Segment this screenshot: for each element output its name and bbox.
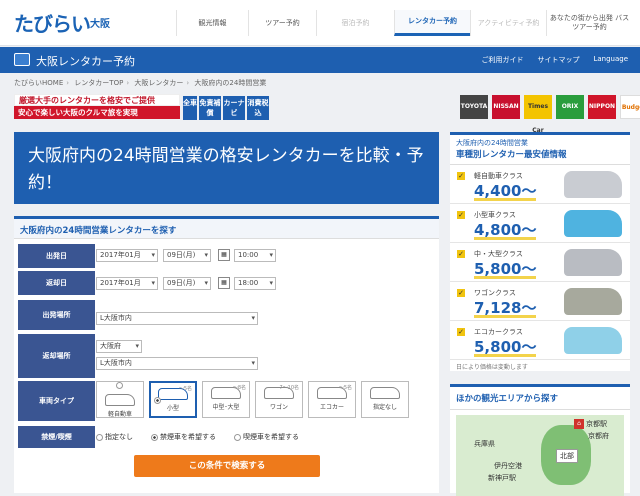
car-option-midsize[interactable]: 〜8名 中型･大型 [202, 381, 250, 418]
price-row-eco[interactable]: ✓ エコカークラス 5,800〜 [450, 321, 630, 360]
search-button[interactable]: この条件で検索する [134, 455, 320, 477]
price-note: 日により価格は変動します [456, 364, 528, 371]
car-image [564, 249, 622, 276]
check-icon: ✓ [457, 172, 465, 180]
depart-time-select[interactable]: 10:00 [234, 249, 276, 262]
return-place-label: 返却場所 [18, 334, 95, 378]
map-label-shinkobe[interactable]: 新神戸駅 [488, 473, 516, 483]
area-panel: ほかの観光エリアから探す ⌂ 京都駅 兵庫県 京都府 北部 伊丹空港 新神戸駅 [450, 384, 630, 496]
badge-insurance: 免責補償 [199, 96, 221, 120]
car-image [564, 210, 622, 237]
map-label-itami[interactable]: 伊丹空港 [494, 461, 522, 471]
smoking-label: 禁煙/喫煙 [18, 426, 95, 448]
form-title: 大阪府内の24時間営業レンタカーを探す [14, 219, 439, 239]
area-title: ほかの観光エリアから探す [450, 387, 630, 410]
breadcrumb: たびらいHOME › レンタカーTOP › 大阪レンタカー › 大阪府内の24時間営業 [14, 79, 267, 87]
return-time-select[interactable]: 18:00 [234, 277, 276, 290]
depart-place-select[interactable]: L大阪市内 [96, 312, 258, 325]
price-row-kei[interactable]: ✓ 軽自動車クラス 4,400〜 [450, 165, 630, 204]
price-row-wagon[interactable]: ✓ ワゴンクラス 7,128〜 [450, 282, 630, 321]
calendar-icon[interactable]: ▦ [218, 277, 230, 289]
smoking-option-smoking[interactable]: 喫煙車を希望する [234, 432, 299, 442]
check-icon: ✓ [457, 211, 465, 219]
map-label-kyoto-pref: 京都府 [588, 432, 609, 440]
price-sidebar: 大阪府内の24時間営業 車種別レンタカー最安値情報 ✓ 軽自動車クラス 4,400〜… [450, 132, 630, 371]
nav-rentacar[interactable]: レンタカー予約 [394, 10, 470, 36]
crumb-osaka[interactable]: 大阪レンタカー [134, 79, 183, 87]
return-label: 返却日 [18, 271, 95, 295]
badge-all-cars: 全車 [183, 96, 197, 120]
car-option-kei[interactable]: 軽自動車 [96, 381, 144, 418]
region-label: 大阪 [90, 19, 110, 30]
global-header: たびらい 大阪 観光情報 ツアー予約 宿泊予約 レンタカー予約 アクティビティ予… [0, 0, 640, 46]
brand-orix: ORIX [556, 95, 584, 119]
guide-link[interactable]: ご利用ガイド [481, 55, 523, 65]
return-place-select[interactable]: L大阪市内 [96, 357, 258, 370]
car-icon [14, 53, 30, 66]
map-label-kyoto-station[interactable]: 京都駅 [586, 419, 607, 429]
promo-line2: 安心で楽しい大阪のクルマ旅を実現 [14, 106, 180, 119]
check-icon: ✓ [457, 289, 465, 297]
map-pin-icon: ⌂ [574, 419, 584, 429]
crumb-rentacar-top[interactable]: レンタカーTOP [74, 79, 123, 87]
car-option-compact[interactable]: 〜5名 小型 [149, 381, 197, 418]
brand-budget: Budget [620, 95, 640, 119]
car-option-eco[interactable]: 〜5名 エコカー [308, 381, 356, 418]
crumb-home[interactable]: たびらいHOME [14, 79, 63, 87]
feature-badges: 全車 免責補償 カーナビ 消費税込 [183, 96, 269, 120]
car-image [564, 327, 622, 354]
calendar-icon[interactable]: ▦ [218, 249, 230, 261]
language-link[interactable]: Language [593, 55, 628, 65]
section-title: 大阪レンタカー予約 [36, 55, 135, 68]
site-logo[interactable]: たびらい [14, 8, 91, 37]
nav-activity[interactable]: アクティビティ予約 [470, 10, 546, 36]
smoking-options: 指定なし 禁煙車を希望する 喫煙車を希望する [96, 432, 299, 442]
promo-line1: 厳選大手のレンタカーを格安でご提供 [14, 94, 180, 106]
smoking-option-any[interactable]: 指定なし [96, 432, 133, 442]
promo-banner: 厳選大手のレンタカーを格安でご提供 安心で楽しい大阪のクルマ旅を実現 [14, 94, 180, 120]
map-label-north[interactable]: 北部 [556, 449, 578, 463]
nav-tour[interactable]: ツアー予約 [248, 10, 316, 36]
smoking-option-nonsmoking[interactable]: 禁煙車を希望する [151, 432, 216, 442]
page-title: 大阪府内の24時間営業の格安レンタカーを比較・予約！ [14, 132, 439, 204]
sitemap-link[interactable]: サイトマップ [537, 55, 579, 65]
brand-toyota: TOYOTA [460, 95, 488, 119]
price-row-midsize[interactable]: ✓ 中・大型クラス 5,800〜 [450, 243, 630, 282]
depart-place-label: 出発場所 [18, 300, 95, 330]
section-bar: 大阪レンタカー予約 ご利用ガイド サイトマップ Language [0, 47, 640, 73]
crumb-current: 大阪府内の24時間営業 [194, 79, 267, 87]
return-pref-select[interactable]: 大阪府 [96, 340, 142, 353]
sidebar-subtitle: 大阪府内の24時間営業 [456, 139, 528, 147]
depart-month-select[interactable]: 2017年01月 [96, 249, 158, 262]
return-day-select[interactable]: 09日(月) [163, 277, 211, 290]
badge-navi: カーナビ [223, 96, 245, 120]
check-icon: ✓ [457, 328, 465, 336]
map-label-hyogo: 兵庫県 [474, 440, 495, 448]
car-image [564, 288, 622, 315]
return-month-select[interactable]: 2017年01月 [96, 277, 158, 290]
nav-bustour[interactable]: あなたの街から出発 バスツアー予約 [546, 10, 632, 36]
depart-day-select[interactable]: 09日(月) [163, 249, 211, 262]
depart-label: 出発日 [18, 244, 95, 268]
brand-logos: TOYOTA NISSAN Times Car ORIX NIPPON Budg… [460, 95, 640, 134]
nav-hotel[interactable]: 宿泊予約 [316, 10, 394, 36]
car-type-label: 車両タイプ [18, 381, 95, 421]
car-image [564, 171, 622, 198]
brand-times: Times Car [524, 95, 552, 134]
nav-sightseeing[interactable]: 観光情報 [176, 10, 248, 36]
brand-nissan: NISSAN [492, 95, 520, 119]
area-map[interactable]: ⌂ 京都駅 兵庫県 京都府 北部 伊丹空港 新神戸駅 [456, 415, 624, 496]
badge-tax: 消費税込 [247, 96, 269, 120]
check-icon: ✓ [457, 250, 465, 258]
sidebar-title: 車種別レンタカー最安値情報 [450, 148, 630, 165]
car-option-any[interactable]: 指定なし [361, 381, 409, 418]
car-option-wagon[interactable]: 7〜10名 ワゴン [255, 381, 303, 418]
price-row-compact[interactable]: ✓ 小型車クラス 4,800〜 [450, 204, 630, 243]
brand-nippon: NIPPON [588, 95, 616, 119]
